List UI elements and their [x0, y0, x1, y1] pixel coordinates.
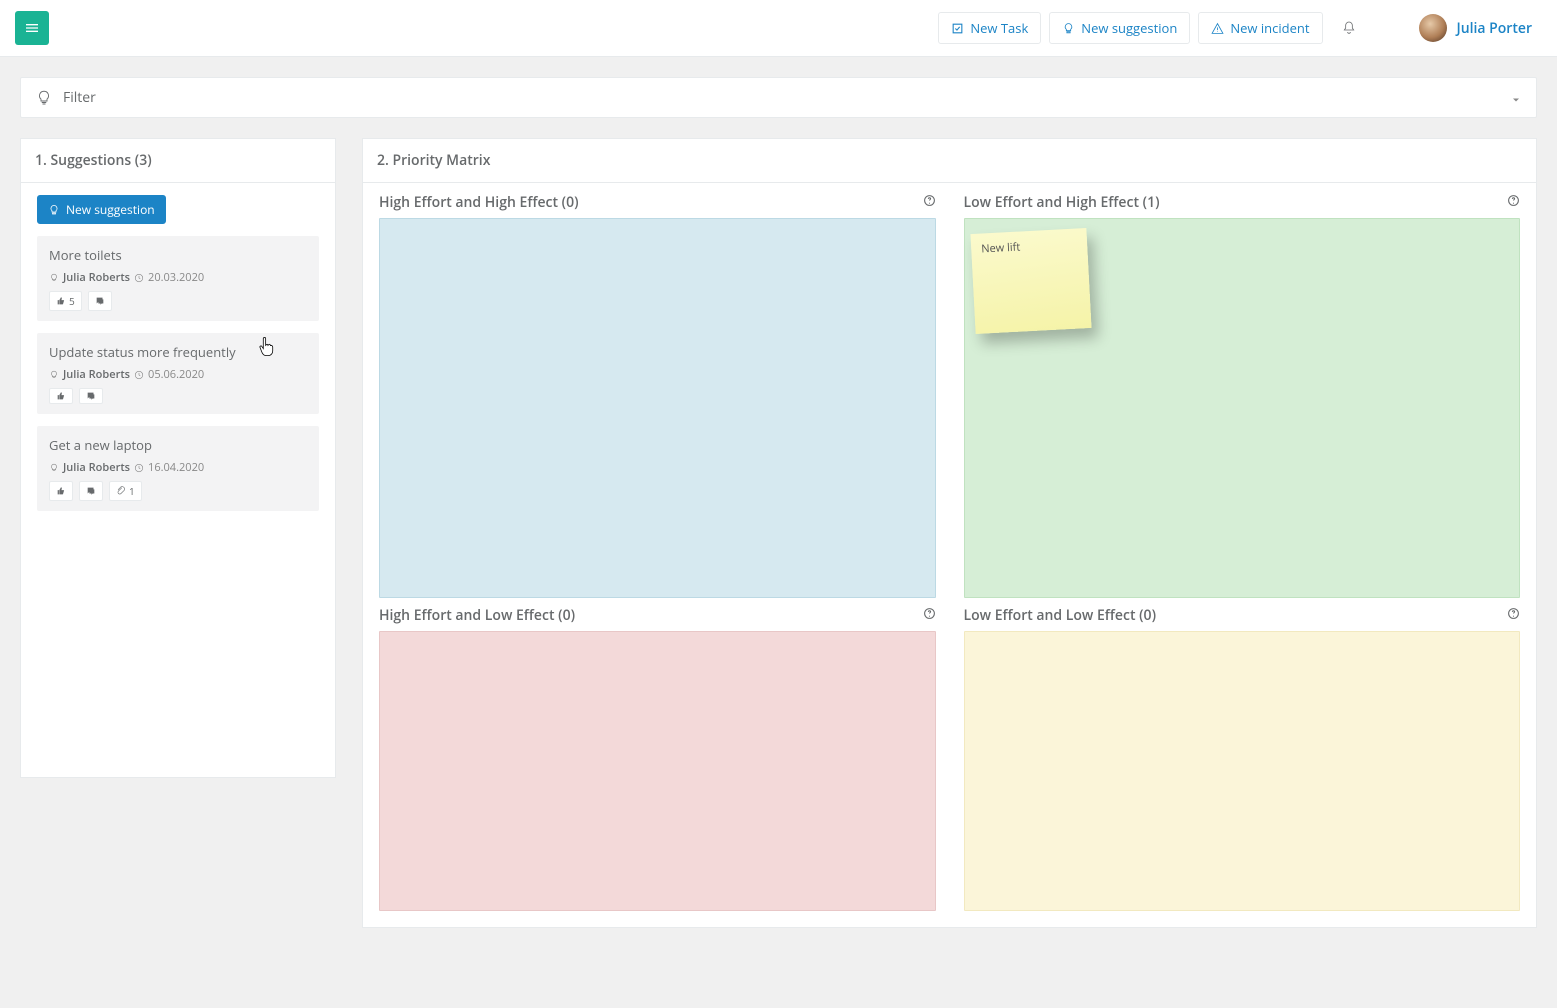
new-suggestion-primary-label: New suggestion [66, 201, 155, 218]
suggestion-date: 16.04.2020 [148, 460, 204, 475]
lightbulb-icon [48, 204, 60, 216]
lightbulb-icon [35, 89, 53, 107]
top-bar: New Task New suggestion New incident Jul… [0, 0, 1557, 57]
new-task-label: New Task [970, 19, 1028, 37]
comments-button[interactable] [88, 291, 112, 311]
bell-icon [1341, 20, 1357, 36]
suggestion-date: 05.06.2020 [148, 367, 204, 382]
quadrant-header: High Effort and High Effect (0) [379, 185, 936, 218]
new-suggestion-label: New suggestion [1081, 19, 1177, 37]
suggestions-header: 1. Suggestions (3) [21, 139, 335, 183]
suggestion-meta: Julia Roberts 20.03.2020 [49, 270, 307, 285]
chevron-down-icon [1510, 92, 1522, 104]
lightbulb-icon [49, 463, 59, 473]
avatar [1419, 14, 1447, 42]
suggestion-author: Julia Roberts [63, 460, 130, 475]
like-button[interactable] [49, 388, 73, 404]
attachments-button[interactable]: 1 [109, 481, 142, 501]
notifications-button[interactable] [1339, 18, 1359, 38]
quadrant-header: High Effort and Low Effect (0) [379, 598, 936, 631]
lightbulb-icon [49, 370, 59, 380]
quadrant-help-button[interactable] [923, 606, 936, 625]
sticky-note[interactable]: New lift [970, 228, 1091, 334]
suggestion-card[interactable]: More toilets Julia Roberts 20.03.2020 5 [37, 236, 319, 321]
menu-toggle-button[interactable] [15, 11, 49, 45]
suggestion-date: 20.03.2020 [148, 270, 204, 285]
suggestions-panel: 1. Suggestions (3) New suggestion More t… [20, 138, 336, 778]
suggestion-card[interactable]: Get a new laptop Julia Roberts 16.04.2020 1 [37, 426, 319, 511]
quadrant-help-button[interactable] [923, 193, 936, 212]
filter-label: Filter [63, 88, 1510, 107]
suggestion-card[interactable]: Update status more frequently Julia Rober… [37, 333, 319, 414]
quadrant-label: High Effort and High Effect (0) [379, 193, 579, 212]
new-incident-label: New incident [1230, 19, 1309, 37]
suggestion-author: Julia Roberts [63, 367, 130, 382]
thumbs-up-icon [56, 486, 66, 496]
comments-icon [95, 296, 105, 306]
comments-icon [86, 486, 96, 496]
quadrant-dropzone[interactable]: New lift [964, 218, 1521, 598]
thumbs-up-icon [56, 296, 66, 306]
quadrant-dropzone[interactable] [964, 631, 1521, 911]
attachment-icon [116, 486, 126, 496]
suggestion-author: Julia Roberts [63, 270, 130, 285]
comments-button[interactable] [79, 388, 103, 404]
clock-icon [134, 370, 144, 380]
filter-bar[interactable]: Filter [20, 77, 1537, 118]
comments-button[interactable] [79, 481, 103, 501]
quadrant-label: High Effort and Low Effect (0) [379, 606, 575, 625]
main-content: 1. Suggestions (3) New suggestion More t… [0, 138, 1557, 948]
suggestion-meta: Julia Roberts 16.04.2020 [49, 460, 307, 475]
quadrant-header: Low Effort and Low Effect (0) [964, 598, 1521, 631]
matrix-header: 2. Priority Matrix [363, 139, 1536, 183]
like-button[interactable]: 5 [49, 291, 82, 311]
quadrant-help-button[interactable] [1507, 606, 1520, 625]
new-suggestion-button[interactable]: New suggestion [1049, 12, 1190, 44]
suggestion-title: More toilets [49, 246, 307, 264]
comments-icon [86, 391, 96, 401]
matrix-quadrant: High Effort and Low Effect (0) [379, 598, 936, 911]
matrix-panel: 2. Priority Matrix High Effort and High … [362, 138, 1537, 928]
quadrant-dropzone[interactable] [379, 631, 936, 911]
quadrant-label: Low Effort and Low Effect (0) [964, 606, 1157, 625]
suggestion-meta: Julia Roberts 05.06.2020 [49, 367, 307, 382]
hamburger-icon [24, 20, 40, 36]
task-check-icon [951, 22, 964, 35]
quadrant-label: Low Effort and High Effect (1) [964, 193, 1160, 212]
quadrant-help-button[interactable] [1507, 193, 1520, 212]
attachment-count: 1 [129, 484, 135, 498]
suggestion-title: Get a new laptop [49, 436, 307, 454]
clock-icon [134, 463, 144, 473]
new-task-button[interactable]: New Task [938, 12, 1041, 44]
user-menu[interactable]: Julia Porter [1419, 14, 1533, 42]
thumbs-up-icon [56, 391, 66, 401]
matrix-quadrant: Low Effort and Low Effect (0) [964, 598, 1521, 911]
lightbulb-icon [1062, 22, 1075, 35]
new-suggestion-primary-button[interactable]: New suggestion [37, 195, 166, 224]
like-count: 5 [69, 294, 75, 308]
quadrant-header: Low Effort and High Effect (1) [964, 185, 1521, 218]
new-incident-button[interactable]: New incident [1198, 12, 1322, 44]
suggestion-title: Update status more frequently [49, 343, 307, 361]
lightbulb-icon [49, 273, 59, 283]
matrix-quadrant: Low Effort and High Effect (1) New lift [964, 185, 1521, 598]
warning-icon [1211, 22, 1224, 35]
clock-icon [134, 273, 144, 283]
like-button[interactable] [49, 481, 73, 501]
user-name: Julia Porter [1457, 19, 1533, 38]
quadrant-dropzone[interactable] [379, 218, 936, 598]
matrix-quadrant: High Effort and High Effect (0) [379, 185, 936, 598]
